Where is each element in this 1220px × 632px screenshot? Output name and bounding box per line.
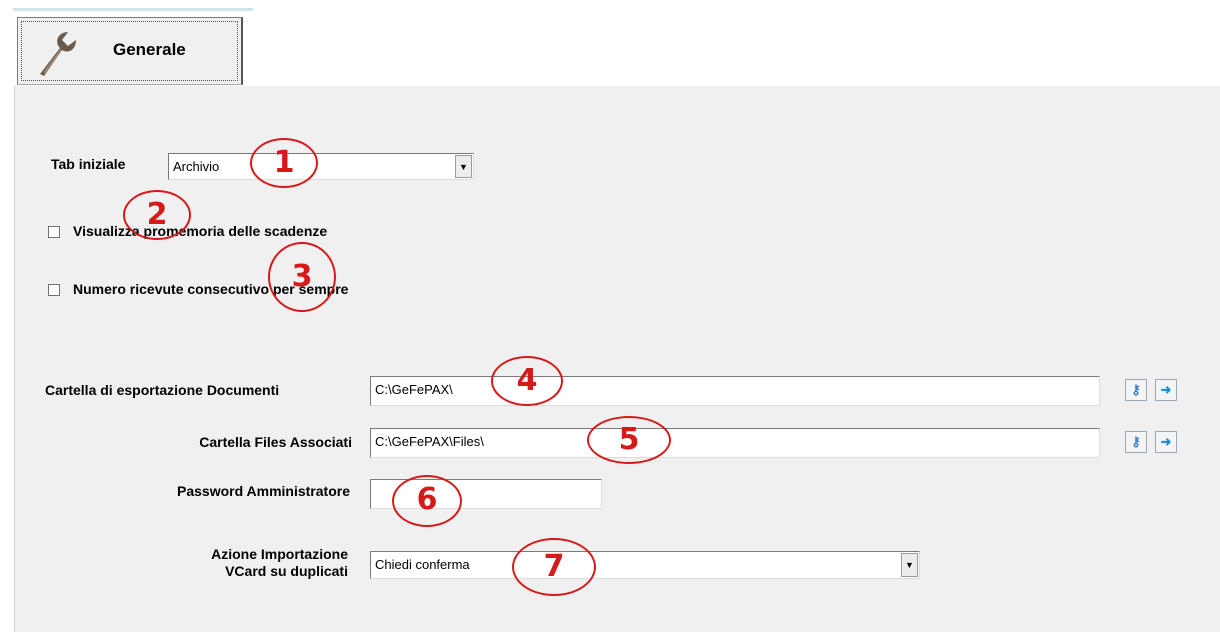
tab-iniziale-label: Tab iniziale: [51, 156, 126, 172]
chevron-down-icon[interactable]: ▼: [455, 155, 472, 178]
arrow-right-icon: ➜: [1160, 382, 1172, 397]
callout-7: 7: [512, 538, 596, 596]
cartella-files-value: C:\GeFePAX\Files\: [375, 434, 484, 449]
cartella-files-label: Cartella Files Associati: [199, 434, 352, 450]
azione-select[interactable]: Chiedi conferma ▼: [370, 551, 920, 579]
callout-5: 5: [587, 416, 671, 464]
cartella-esportazione-value: C:\GeFePAX\: [375, 382, 453, 397]
arrow-right-icon: ➜: [1160, 434, 1172, 449]
key-icon: ⚷: [1131, 434, 1141, 449]
open-files-button[interactable]: ➜: [1155, 431, 1177, 453]
azione-label: Azione Importazione VCard su duplicati: [148, 546, 348, 580]
callout-6: 6: [392, 475, 462, 527]
cartella-esportazione-input[interactable]: C:\GeFePAX\: [370, 376, 1100, 406]
callout-3: 3: [268, 242, 336, 312]
tab-generale[interactable]: Generale: [17, 17, 243, 85]
promemoria-label: Visualizza promemoria delle scadenze: [73, 223, 328, 239]
chevron-down-icon[interactable]: ▼: [901, 553, 918, 577]
callout-2: 2: [123, 190, 191, 240]
tab-iniziale-select[interactable]: Archivio ▼: [168, 153, 474, 180]
password-label: Password Amministratore: [177, 483, 350, 499]
wrench-icon: [40, 32, 76, 76]
callout-1: 1: [250, 138, 318, 188]
top-accent-line: [13, 8, 253, 11]
numero-ricevute-checkbox[interactable]: [48, 284, 60, 296]
cartella-files-input[interactable]: C:\GeFePAX\Files\: [370, 428, 1100, 458]
open-esportazione-button[interactable]: ➜: [1155, 379, 1177, 401]
settings-panel: Tab iniziale Archivio ▼ Visualizza prome…: [14, 86, 1220, 632]
cartella-esportazione-label: Cartella di esportazione Documenti: [45, 382, 280, 398]
browse-esportazione-button[interactable]: ⚷: [1125, 379, 1147, 401]
azione-label-line2: VCard su duplicati: [225, 563, 348, 579]
tab-iniziale-value: Archivio: [173, 159, 220, 174]
browse-files-button[interactable]: ⚷: [1125, 431, 1147, 453]
promemoria-checkbox[interactable]: [48, 226, 60, 238]
azione-label-line1: Azione Importazione: [211, 546, 348, 562]
tab-label: Generale: [113, 40, 186, 59]
key-icon: ⚷: [1131, 382, 1141, 397]
callout-4: 4: [491, 356, 563, 406]
azione-value: Chiedi conferma: [375, 557, 470, 572]
